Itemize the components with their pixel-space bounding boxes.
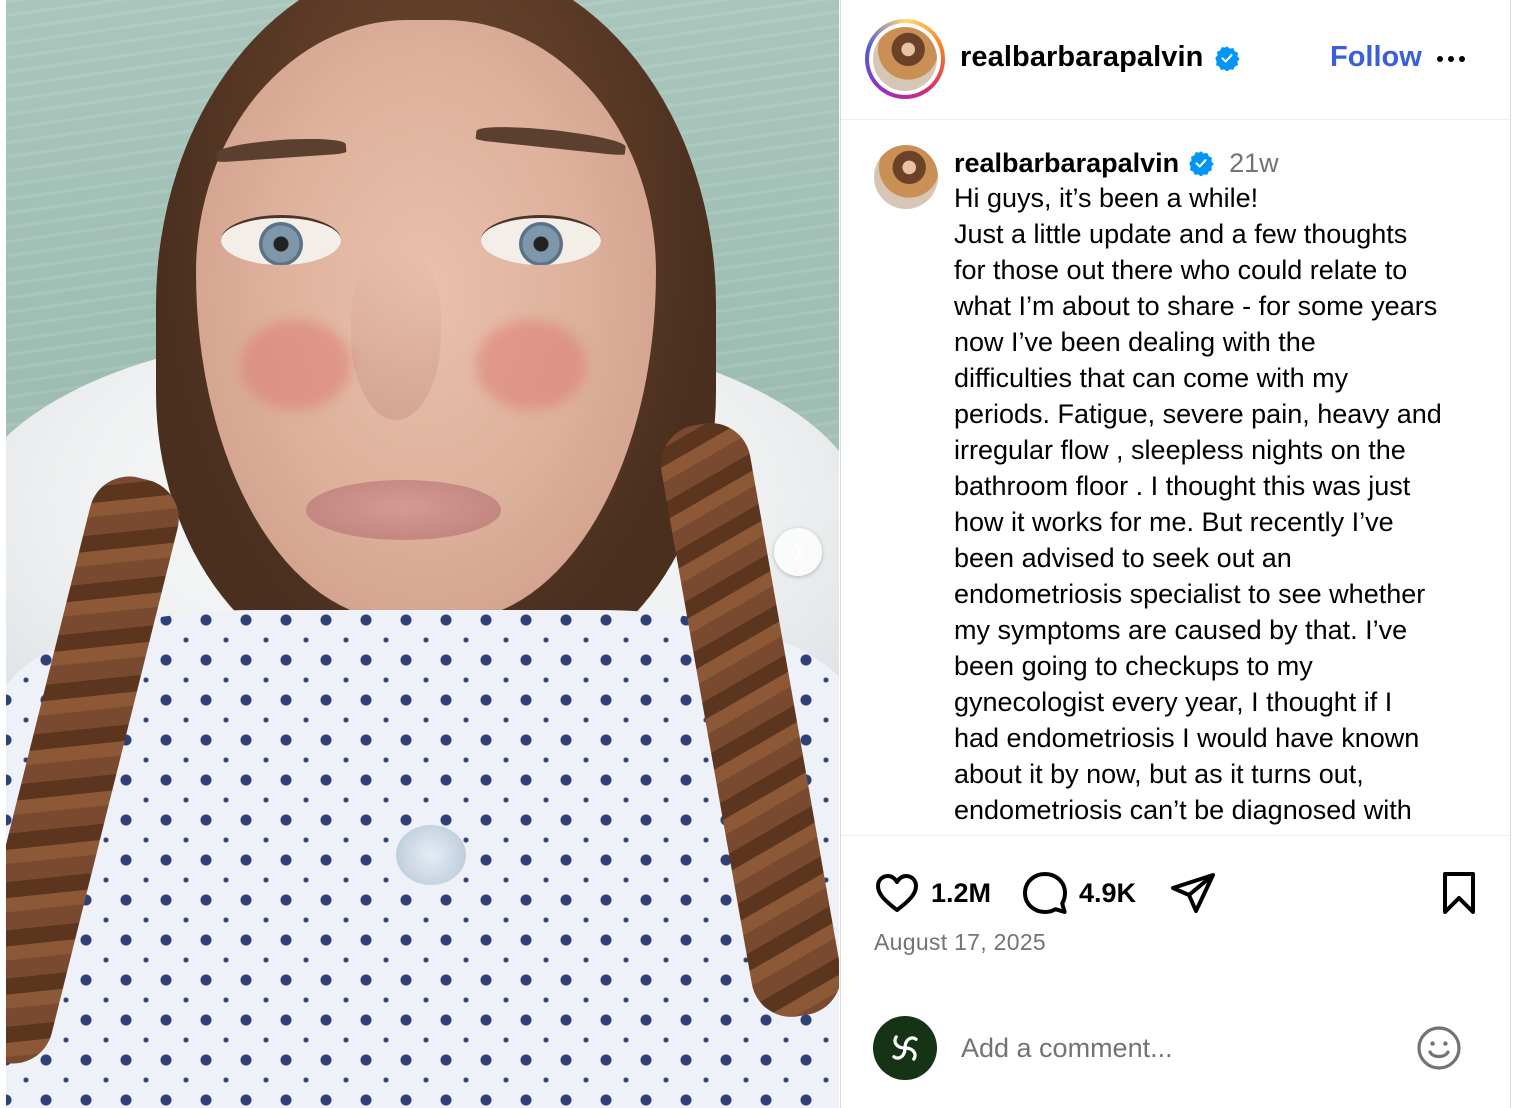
post-header: realbarbarapalvin Follow bbox=[841, 0, 1510, 120]
comment-count[interactable]: 4.9K bbox=[1079, 878, 1136, 909]
comment-input[interactable] bbox=[961, 1028, 1391, 1068]
caption-avatar[interactable] bbox=[874, 145, 938, 209]
like-count[interactable]: 1.2M bbox=[931, 878, 991, 909]
smiley-icon[interactable] bbox=[1415, 1024, 1463, 1072]
caption-line: endometriosis specialist to see whether bbox=[954, 579, 1426, 609]
photo-nose bbox=[351, 250, 441, 420]
photo-gown-button bbox=[396, 825, 466, 885]
more-options-icon[interactable] bbox=[1437, 46, 1473, 72]
current-user-avatar bbox=[873, 1016, 937, 1080]
caption-username[interactable]: realbarbarapalvin bbox=[954, 145, 1179, 181]
caption-line: for those out there who could relate to bbox=[954, 255, 1408, 285]
post-date[interactable]: August 17, 2025 bbox=[874, 929, 1046, 956]
header-username[interactable]: realbarbarapalvin bbox=[960, 41, 1240, 74]
comment-bar bbox=[841, 1010, 1510, 1090]
caption-line: difficulties that can come with my bbox=[954, 363, 1349, 393]
avatar bbox=[873, 27, 937, 91]
caption-text: Hi guys, it’s been a while! Just a littl… bbox=[954, 180, 1494, 828]
save-button[interactable] bbox=[1435, 869, 1483, 917]
photo-eye-left bbox=[221, 215, 341, 265]
header-username-text[interactable]: realbarbarapalvin bbox=[960, 41, 1204, 74]
caption-line: had endometriosis I would have known bbox=[954, 723, 1420, 753]
photo-eye-right bbox=[481, 215, 601, 265]
photo-cheek-left bbox=[241, 320, 351, 410]
verified-badge-icon bbox=[1214, 45, 1240, 71]
post-detail-panel: realbarbarapalvin Follow realbarbarapalv… bbox=[840, 0, 1511, 1108]
verified-badge-icon bbox=[1189, 151, 1214, 176]
caption-line: Just a little update and a few thoughts bbox=[954, 219, 1408, 249]
follow-button[interactable]: Follow bbox=[1330, 41, 1422, 74]
post-media[interactable] bbox=[6, 0, 839, 1108]
caption-scroll-area[interactable]: realbarbarapalvin 21w Hi guys, it’s been… bbox=[841, 121, 1510, 836]
caption-line: my symptoms are caused by that. I’ve bbox=[954, 615, 1408, 645]
like-button[interactable]: 1.2M bbox=[873, 869, 991, 917]
caption-line: Hi guys, it’s been a while! bbox=[954, 183, 1259, 213]
bookmark-icon bbox=[1443, 872, 1475, 914]
caption-line: irregular flow , sleepless nights on the bbox=[954, 435, 1406, 465]
caption-line: bathroom floor . I thought this was just bbox=[954, 471, 1411, 501]
post-actions: 1.2M 4.9K bbox=[841, 838, 1510, 928]
caption-header: realbarbarapalvin 21w bbox=[954, 145, 1279, 181]
caption-line: endometriosis can’t be diagnosed with bbox=[954, 795, 1412, 825]
caption-line: about it by now, but as it turns out, bbox=[954, 759, 1364, 789]
caption-line: gynecologist every year, I thought if I bbox=[954, 687, 1393, 717]
caption-line: periods. Fatigue, severe pain, heavy and bbox=[954, 399, 1442, 429]
pinwheel-logo-icon bbox=[892, 1035, 918, 1061]
comment-button[interactable]: 4.9K bbox=[1021, 869, 1136, 917]
photo-cheek-right bbox=[476, 320, 586, 410]
caption-line: what I’m about to share - for some years bbox=[954, 291, 1438, 321]
caption-line: been advised to seek out an bbox=[954, 543, 1292, 573]
photo-lips bbox=[306, 480, 501, 540]
share-button[interactable] bbox=[1169, 869, 1217, 917]
caption-line: how it works for me. But recently I’ve bbox=[954, 507, 1394, 537]
next-photo-button[interactable] bbox=[774, 528, 822, 576]
chevron-right-icon bbox=[793, 543, 804, 561]
story-ring-avatar[interactable] bbox=[865, 19, 945, 99]
caption-line: been going to checkups to my bbox=[954, 651, 1313, 681]
post-time-ago[interactable]: 21w bbox=[1229, 145, 1279, 181]
caption-line: now I’ve been dealing with the bbox=[954, 327, 1316, 357]
paper-plane-icon bbox=[1171, 873, 1215, 913]
heart-icon bbox=[876, 874, 918, 912]
comment-bubble-icon bbox=[1023, 872, 1067, 914]
